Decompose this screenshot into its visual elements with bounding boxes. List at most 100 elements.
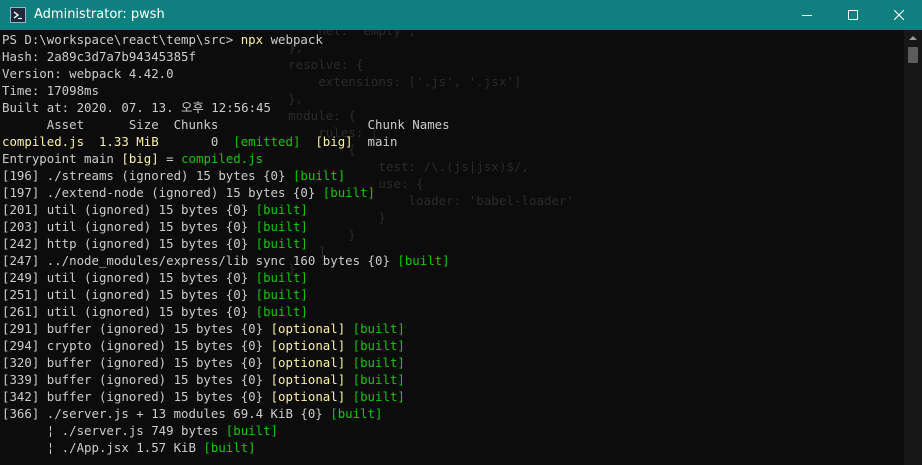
console-text-segment: [optional] [270, 338, 346, 353]
console-line: Built at: 2020. 07. 13. 오후 12:56:45 [2, 99, 450, 116]
console-text-segment: Asset Size Chunks Chunk Names [2, 117, 450, 132]
console-text-segment: PS D:\workspace\react\temp\src> [2, 32, 241, 47]
console-line: [342] buffer (ignored) 15 bytes {0} [opt… [2, 388, 450, 405]
console-line: [320] buffer (ignored) 15 bytes {0} [opt… [2, 354, 450, 371]
console-text-segment [300, 134, 315, 149]
terminal-output[interactable]: net: 'empty', }, resolve: { extensions: … [0, 30, 904, 465]
console-text-segment: [251] util (ignored) 15 bytes {0} [2, 287, 256, 302]
console-text-segment: Time: 17098ms [2, 83, 99, 98]
console-text-segment: [built] [352, 321, 405, 336]
console-text-segment: [320] buffer (ignored) 15 bytes {0} [2, 355, 271, 370]
console-text-segment: [built] [225, 423, 279, 438]
console-line: [203] util (ignored) 15 bytes {0} [built… [2, 218, 450, 235]
console-text-segment: [built] [255, 236, 308, 251]
console-line: [291] buffer (ignored) 15 bytes {0} [opt… [2, 320, 450, 337]
console-text-segment: [built] [255, 287, 308, 302]
console-text-segment: [291] buffer (ignored) 15 bytes {0} [2, 321, 271, 336]
console-text-segment: [built] [203, 440, 256, 455]
console-text-segment: webpack [263, 32, 323, 47]
console-text-segment: [built] [292, 168, 346, 183]
console-text-segment: [249] util (ignored) 15 bytes {0} [2, 270, 256, 285]
console-line: [197] ./extend-node (ignored) 15 bytes {… [2, 184, 450, 201]
title-bar[interactable]: Administrator: pwsh [0, 0, 922, 30]
console-text-segment: [optional] [270, 372, 346, 387]
console-line: compiled.js 1.33 MiB 0 [emitted] [big] m… [2, 133, 450, 150]
console-text-segment: [built] [352, 372, 405, 387]
console-lines: PS D:\workspace\react\temp\src> npx webp… [2, 31, 450, 456]
console-text-segment: [242] http (ignored) 15 bytes {0} [2, 236, 256, 251]
console-text-segment [345, 389, 352, 404]
console-text-segment: [342] buffer (ignored) 15 bytes {0} [2, 389, 271, 404]
console-line: Hash: 2a89c3d7a7b94345385f [2, 48, 450, 65]
console-text-segment: [built] [255, 304, 308, 319]
close-icon [894, 10, 904, 20]
console-text-segment [345, 372, 352, 387]
console-text-segment: [built] [352, 389, 405, 404]
console-text-segment: 0 [158, 134, 234, 149]
chevron-up-icon [909, 36, 917, 40]
console-text-segment [345, 321, 352, 336]
console-text-segment: [196] ./streams (ignored) 15 bytes {0} [2, 168, 293, 183]
console-text-segment: [big] [121, 151, 159, 166]
console-text-segment: compiled.js 1.33 MiB [2, 134, 159, 149]
console-text-segment: ¦ ./App.jsx 1.57 KiB [2, 440, 204, 455]
console-text-segment: [built] [397, 253, 450, 268]
console-text-segment: [built] [352, 355, 405, 370]
console-text-segment: [emitted] [233, 134, 301, 149]
console-text-segment: [built] [255, 202, 308, 217]
console-line: Asset Size Chunks Chunk Names [2, 116, 450, 133]
console-text-segment [345, 338, 352, 353]
console-text-segment: [optional] [270, 355, 346, 370]
console-text-segment: [197] ./extend-node (ignored) 15 bytes {… [2, 185, 323, 200]
console-text-segment: [built] [255, 219, 308, 234]
console-text-segment: [261] util (ignored) 15 bytes {0} [2, 304, 256, 319]
console-line: [294] crypto (ignored) 15 bytes {0} [opt… [2, 337, 450, 354]
console-text-segment: npx [240, 32, 264, 47]
minimize-button[interactable] [784, 0, 830, 30]
console-text-segment: [built] [255, 270, 308, 285]
console-text-segment: main [352, 134, 398, 149]
console-text-segment: compiled.js [181, 151, 264, 166]
console-text-segment: [optional] [270, 321, 346, 336]
console-text-segment [345, 355, 352, 370]
console-text-segment: ¦ ./server.js 749 bytes [2, 423, 226, 438]
console-line: [242] http (ignored) 15 bytes {0} [built… [2, 235, 450, 252]
minimize-icon [802, 15, 812, 16]
console-line: [251] util (ignored) 15 bytes {0} [built… [2, 286, 450, 303]
console-text-segment: Hash: 2a89c3d7a7b94345385f [2, 49, 196, 64]
console-text-segment: [big] [315, 134, 353, 149]
console-line: [339] buffer (ignored) 15 bytes {0} [opt… [2, 371, 450, 388]
terminal-window: Administrator: pwsh net: 'empty', }, res… [0, 0, 922, 465]
close-button[interactable] [876, 0, 922, 30]
console-text-segment: [built] [330, 406, 383, 421]
console-text-segment: [366] ./server.js + 13 modules 69.4 KiB … [2, 406, 331, 421]
console-text-segment: [339] buffer (ignored) 15 bytes {0} [2, 372, 271, 387]
console-line: ¦ ./App.jsx 1.57 KiB [built] [2, 439, 450, 456]
console-line: [196] ./streams (ignored) 15 bytes {0} [… [2, 167, 450, 184]
console-line: [247] ../node_modules/express/lib sync 1… [2, 252, 450, 269]
console-line: [366] ./server.js + 13 modules 69.4 KiB … [2, 405, 450, 422]
window-title: Administrator: pwsh [34, 7, 165, 22]
console-text-segment: [built] [352, 338, 405, 353]
console-text-segment: [201] util (ignored) 15 bytes {0} [2, 202, 256, 217]
console-text-segment: [optional] [270, 389, 346, 404]
console-text-segment: = [158, 151, 182, 166]
powershell-icon [10, 7, 26, 23]
console-text-segment: Version: webpack 4.42.0 [2, 66, 174, 81]
console-line: PS D:\workspace\react\temp\src> npx webp… [2, 31, 450, 48]
console-text-segment: [built] [322, 185, 375, 200]
console-text-segment: [203] util (ignored) 15 bytes {0} [2, 219, 256, 234]
scroll-thumb[interactable] [908, 47, 918, 63]
console-line: ¦ ./server.js 749 bytes [built] [2, 422, 450, 439]
console-text-segment: [294] crypto (ignored) 15 bytes {0} [2, 338, 271, 353]
console-line: Version: webpack 4.42.0 [2, 65, 450, 82]
console-line: [261] util (ignored) 15 bytes {0} [built… [2, 303, 450, 320]
vertical-scrollbar[interactable] [904, 30, 922, 465]
console-line: [249] util (ignored) 15 bytes {0} [built… [2, 269, 450, 286]
console-line: Entrypoint main [big] = compiled.js [2, 150, 450, 167]
scroll-up-button[interactable] [904, 30, 922, 46]
maximize-button[interactable] [830, 0, 876, 30]
maximize-icon [848, 10, 858, 20]
console-line: Time: 17098ms [2, 82, 450, 99]
console-text-segment: [247] ../node_modules/express/lib sync 1… [2, 253, 398, 268]
